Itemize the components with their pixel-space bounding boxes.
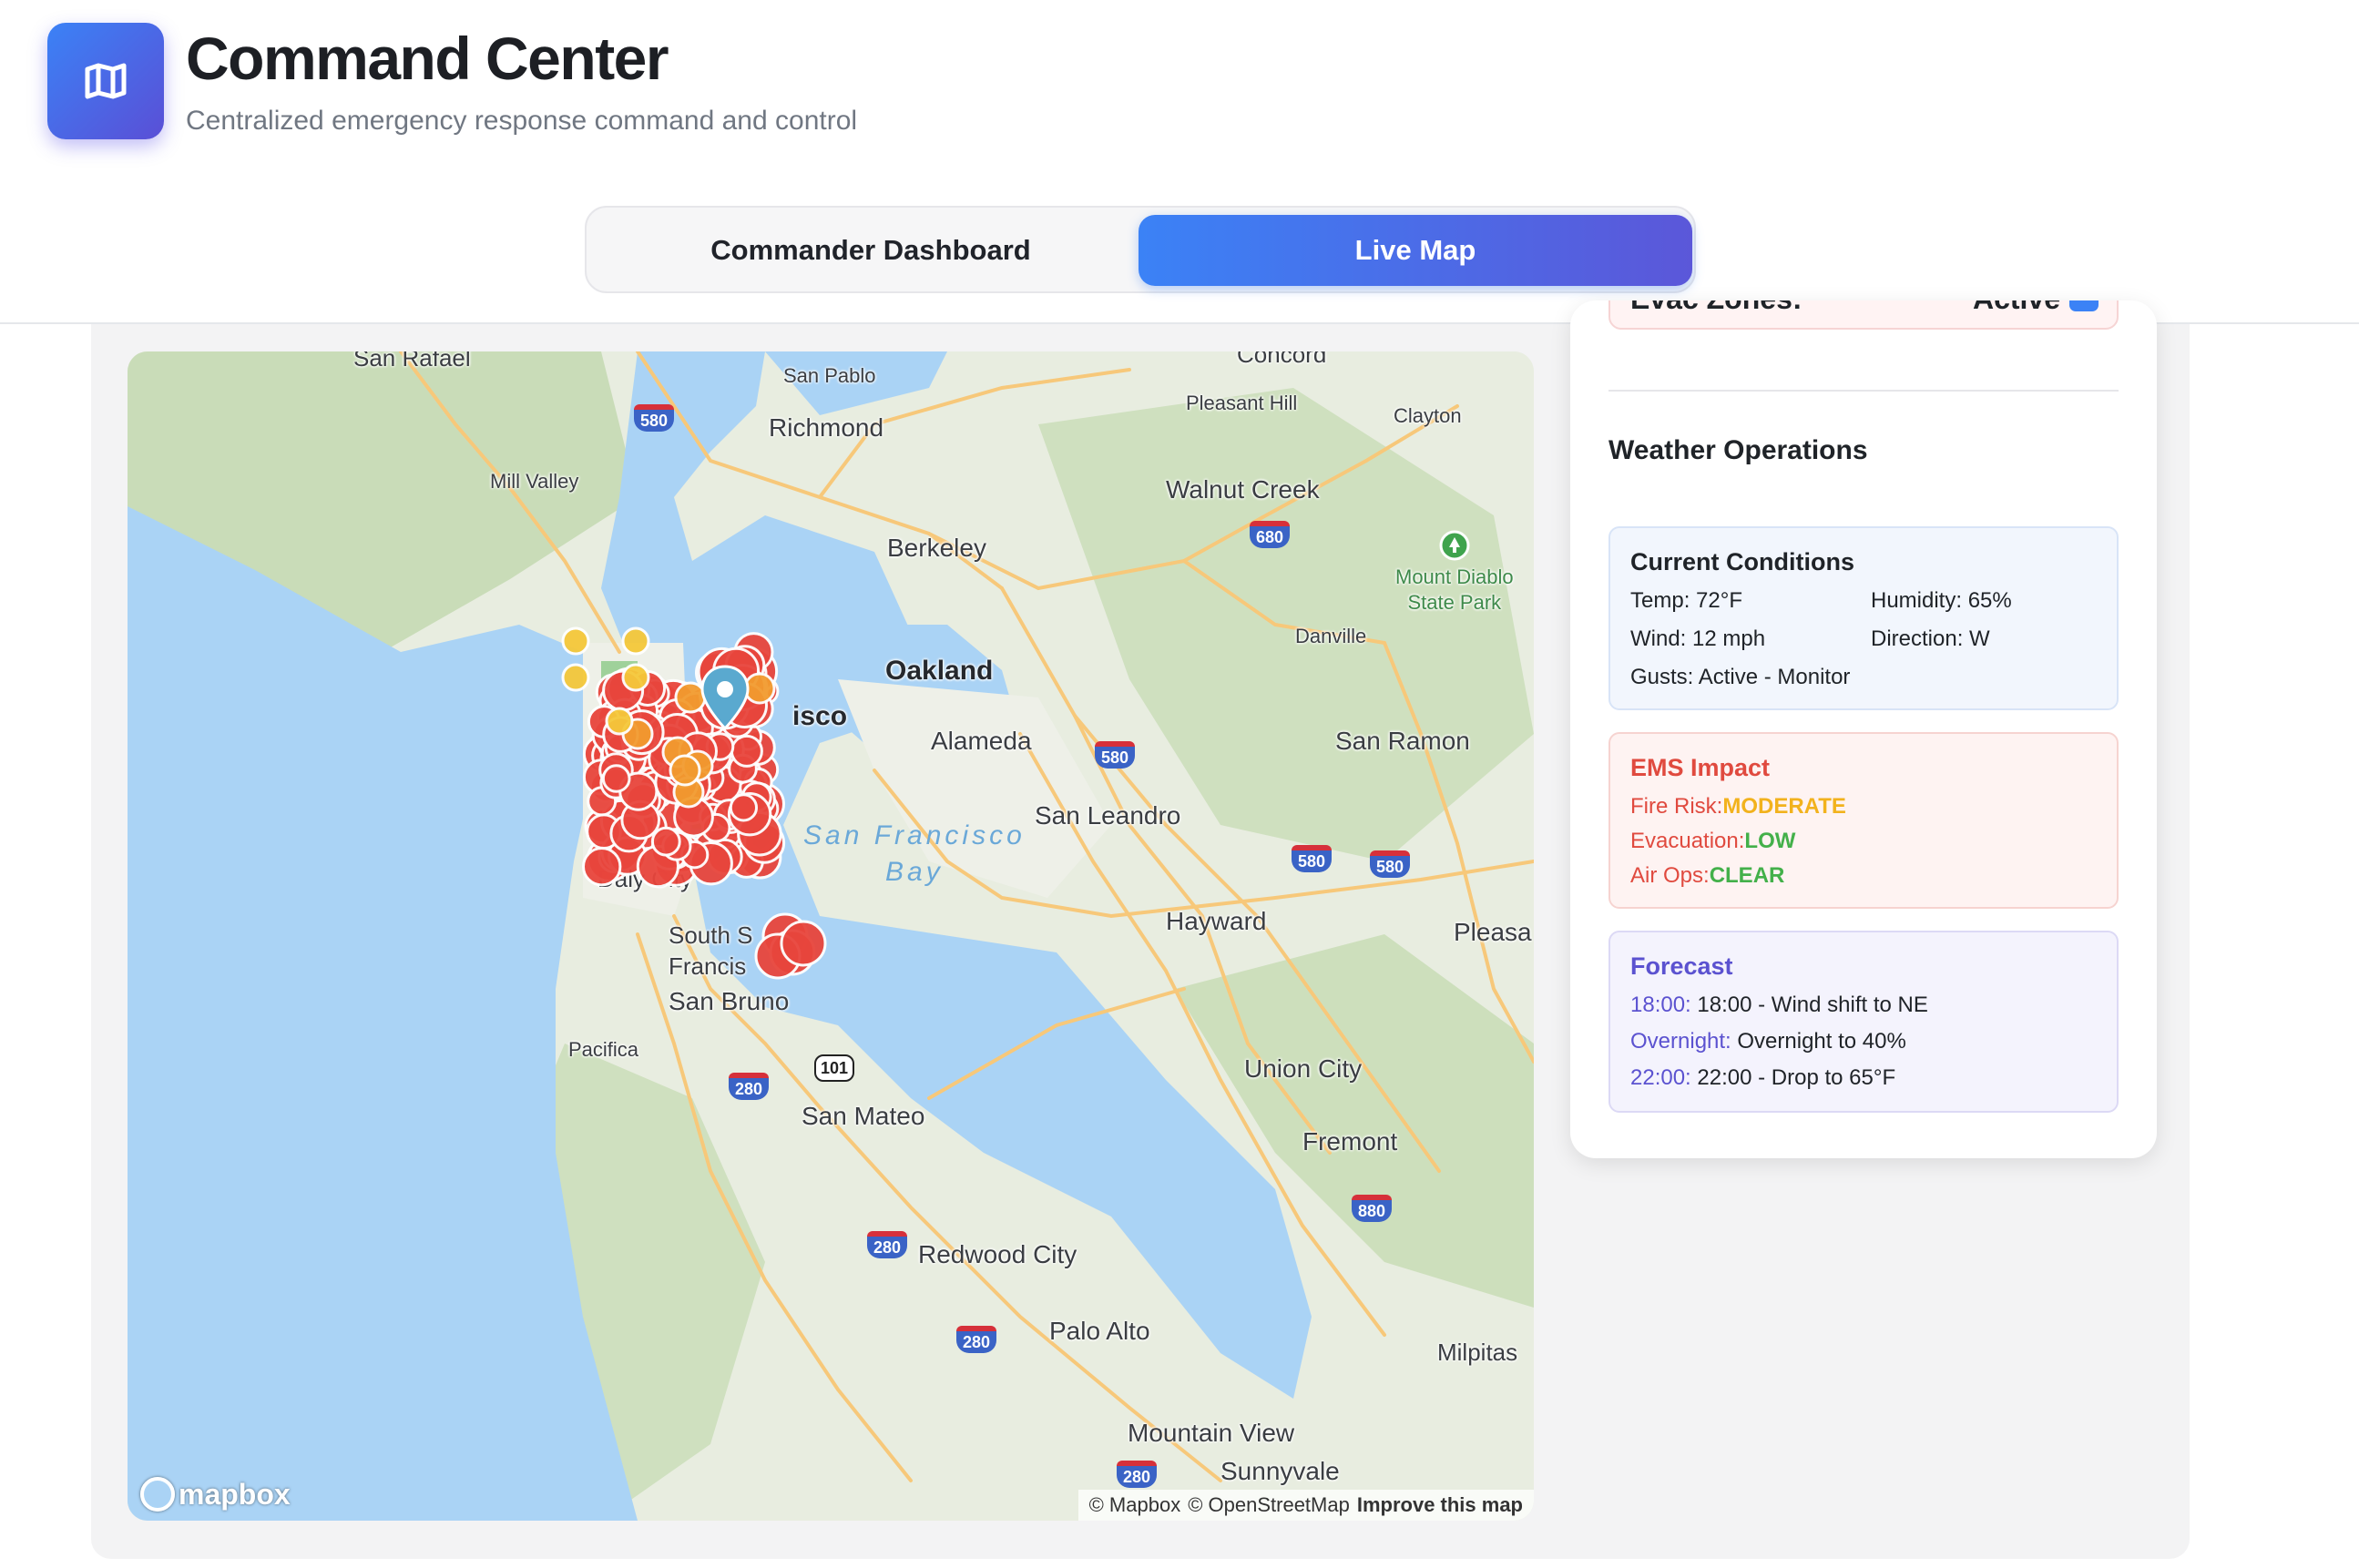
current-conditions-title: Current Conditions [1630, 548, 1854, 575]
attribution-osm-link[interactable]: © OpenStreetMap [1188, 1493, 1350, 1517]
evacuation-value: LOW [1744, 829, 1796, 853]
forecast-text: 18:00 - Wind shift to NE [1697, 993, 1928, 1017]
improve-map-link[interactable]: Improve this map [1357, 1493, 1523, 1517]
tab-commander-dashboard[interactable]: Commander Dashboard [594, 215, 1148, 286]
view-tabs: Commander Dashboard Live Map [585, 206, 1696, 293]
forecast-time: 22:00: [1630, 1065, 1691, 1090]
humidity-row: Humidity: 65% [1871, 588, 2012, 614]
map-icon [47, 23, 164, 139]
location-pin-icon[interactable] [700, 665, 751, 730]
fire-risk-value: MODERATE [1722, 794, 1846, 819]
direction-value: W [1969, 626, 1990, 651]
forecast-text: 22:00 - Drop to 65°F [1697, 1065, 1896, 1090]
gusts-value: Active - Monitor [1698, 665, 1851, 689]
divider [1608, 390, 2119, 392]
evacuation-row: Evacuation:LOW [1630, 829, 1795, 854]
incident-markers-layer [561, 626, 827, 980]
evac-zones-toggle-row[interactable]: Evac Zones: Active [1608, 300, 2119, 330]
incident-marker-warning[interactable] [669, 754, 701, 787]
humidity-value: 65% [1967, 588, 2012, 613]
incident-marker-caution[interactable] [621, 626, 650, 656]
evac-zones-value: Active [1973, 300, 2060, 316]
incident-marker-caution[interactable] [605, 707, 634, 736]
forecast-item: 22:00: 22:00 - Drop to 65°F [1630, 1065, 1895, 1091]
forecast-item: Overnight: Overnight to 40% [1630, 1029, 1906, 1054]
gusts-row: Gusts: Active - Monitor [1630, 665, 1850, 690]
live-map[interactable]: San Rafael San Pablo Concord Pleasant Hi… [128, 351, 1534, 1521]
fire-risk-row: Fire Risk:MODERATE [1630, 794, 1846, 820]
attribution-mapbox-link[interactable]: © Mapbox [1089, 1493, 1181, 1517]
incident-marker-caution[interactable] [561, 626, 590, 656]
incident-marker-critical[interactable] [601, 764, 631, 793]
wind-value: 12 mph [1692, 626, 1766, 651]
fire-risk-label: Fire Risk: [1630, 794, 1723, 819]
incident-marker-critical[interactable] [729, 793, 759, 822]
temp-value: 72°F [1696, 588, 1742, 613]
forecast-time: Overnight: [1630, 1029, 1731, 1054]
ems-impact-card: EMS Impact Fire Risk:MODERATE Evacuation… [1608, 732, 2119, 909]
page-title: Command Center [186, 25, 669, 92]
temp-label: Temp: [1630, 588, 1690, 613]
incident-marker-critical[interactable] [582, 847, 622, 887]
air-ops-value: CLEAR [1709, 863, 1785, 888]
park-icon [1439, 530, 1470, 561]
forecast-card: Forecast 18:00: 18:00 - Wind shift to NE… [1608, 931, 2119, 1113]
forecast-text: Overnight to 40% [1737, 1029, 1906, 1054]
incident-marker-critical[interactable] [780, 920, 827, 967]
current-conditions-card: Current Conditions Temp: 72°F Humidity: … [1608, 526, 2119, 710]
incident-marker-caution[interactable] [561, 663, 590, 692]
humidity-label: Humidity: [1871, 588, 1963, 613]
incident-marker-critical[interactable] [730, 734, 763, 768]
direction-row: Direction: W [1871, 626, 1990, 652]
forecast-title: Forecast [1630, 952, 1733, 980]
map-attribution: © Mapbox © OpenStreetMap Improve this ma… [1077, 1490, 1534, 1521]
evacuation-label: Evacuation: [1630, 829, 1745, 853]
mapbox-logo-text: mapbox [179, 1477, 291, 1511]
evac-zones-checkbox[interactable] [2069, 300, 2099, 311]
temp-row: Temp: 72°F [1630, 588, 1742, 614]
air-ops-row: Air Ops:CLEAR [1630, 863, 1784, 889]
incident-marker-caution[interactable] [621, 663, 650, 692]
page-subtitle: Centralized emergency response command a… [186, 106, 858, 136]
wind-label: Wind: [1630, 626, 1687, 651]
wind-row: Wind: 12 mph [1630, 626, 1765, 652]
weather-operations-title: Weather Operations [1608, 435, 1868, 465]
mapbox-logo-icon [140, 1477, 175, 1512]
gusts-label: Gusts: [1630, 665, 1694, 689]
direction-label: Direction: [1871, 626, 1964, 651]
air-ops-label: Air Ops: [1630, 863, 1710, 888]
forecast-time: 18:00: [1630, 993, 1691, 1017]
ems-impact-title: EMS Impact [1630, 754, 1771, 781]
incident-marker-critical[interactable] [650, 826, 681, 857]
forecast-item: 18:00: 18:00 - Wind shift to NE [1630, 993, 1928, 1018]
tab-live-map[interactable]: Live Map [1139, 215, 1692, 286]
mapbox-logo[interactable]: mapbox [140, 1477, 291, 1512]
app-header: Command Center Centralized emergency res… [0, 0, 2359, 324]
evac-zones-label: Evac Zones: [1630, 300, 1802, 316]
